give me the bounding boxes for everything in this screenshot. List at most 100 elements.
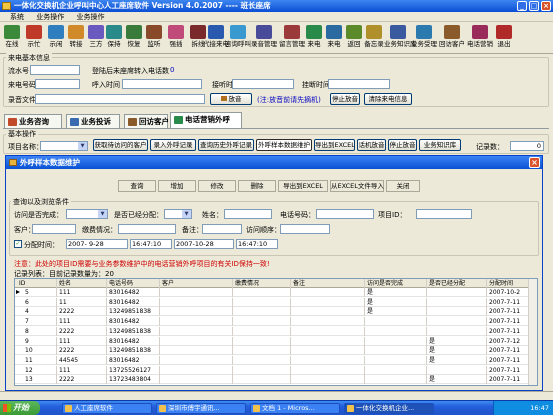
project-select[interactable]: ▼ (40, 141, 88, 151)
dialog-button-0[interactable]: 查询 (118, 180, 156, 192)
tab-1[interactable]: 业务投诉 (66, 114, 120, 128)
toolbar-button-10[interactable]: 代接来电 (203, 24, 229, 52)
basic-op-button-6[interactable]: 停止放音 (388, 139, 417, 151)
column-header[interactable]: 备注 (291, 279, 365, 288)
column-header[interactable]: 电话号码 (107, 279, 160, 288)
queue-field[interactable] (30, 65, 80, 75)
grid-vertical-scrollbar[interactable] (528, 279, 537, 385)
table-cell: 111 (57, 336, 107, 346)
toolbar-button-22[interactable]: 退出 (494, 24, 514, 52)
tab-icon (8, 118, 17, 126)
menu-item-business-ops[interactable]: 业务操作 (36, 12, 64, 22)
payment-field[interactable] (118, 224, 176, 234)
column-header[interactable]: 访问是否完成 (365, 279, 427, 288)
table-row[interactable]: 9 111 83016482 是 2007-7-12 (15, 336, 537, 346)
table-row[interactable]: 7 111 83016482 2007-7-11 (15, 317, 537, 327)
note-field[interactable] (202, 224, 242, 234)
visited-select[interactable]: ▼ (66, 209, 108, 219)
phone-field[interactable] (316, 209, 374, 219)
idle-icon (48, 25, 64, 39)
basic-op-button-0[interactable]: 获取待访问的客户 (93, 139, 148, 151)
taskbar-task-1[interactable]: 深圳市傅宇通讯... (156, 403, 246, 414)
date-to-field[interactable]: 2007-10-28 (174, 239, 234, 249)
stop-play-button[interactable]: 停止放音 (330, 93, 360, 105)
table-row[interactable]: 5 111 83016482 是 2007-10-2 (15, 288, 537, 297)
table-row[interactable]: 10 2222 13249851838 是 2007-7-11 (15, 346, 537, 356)
dialog-button-1[interactable]: 增加 (158, 180, 196, 192)
maximize-button[interactable]: □ (529, 1, 539, 11)
table-row[interactable]: 11 44545 83016482 是 2007-7-11 (15, 355, 537, 365)
table-row[interactable]: 13 2222 13723483804 是 2007-7-11 (15, 375, 537, 385)
toolbar-button-0[interactable]: 在线 (2, 24, 22, 52)
message-icon (284, 25, 300, 39)
monitor-icon (146, 25, 162, 39)
table-cell: 是 (427, 346, 487, 356)
basic-op-button-5[interactable]: 话机放音 (357, 139, 386, 151)
toolbar-button-12[interactable]: 录音管理 (251, 24, 277, 52)
tab-3[interactable]: 电话营销外呼 (170, 112, 242, 128)
taskbar-task-2[interactable]: 文档 1 - Micros... (250, 403, 340, 414)
taskbar-task-0[interactable]: 人工座席软件 (62, 403, 152, 414)
column-header[interactable]: 是否已经分配 (427, 279, 487, 288)
toolbar-button-20[interactable]: 回访客户 (439, 24, 465, 52)
window-title: 一体化交换机企业呼叫中心人工座席软件 Version 4.0.2007 ----… (14, 1, 271, 10)
toolbar-button-8[interactable]: 强插 (166, 24, 186, 52)
toolbar-button-11[interactable]: 咨询呼叫 (225, 24, 251, 52)
dialog-close-button[interactable]: × (529, 157, 540, 168)
project-id-field[interactable] (416, 209, 472, 219)
record-count-label: 记录数： (476, 143, 504, 151)
call-time-label: 呼入时间 (92, 81, 120, 89)
column-header[interactable]: ID (17, 279, 57, 288)
dialog-button-5[interactable]: 从EXCEL文件导入 (330, 180, 384, 192)
basic-op-button-3[interactable]: 外呼样本数据维护 (256, 139, 312, 151)
table-cell (291, 307, 365, 317)
basic-op-button-7[interactable]: 业务知识库 (419, 139, 461, 151)
table-row[interactable]: 4 2222 13249851838 是 2007-7-11 (15, 307, 537, 317)
answer-time-field[interactable] (232, 79, 294, 89)
basic-op-button-2[interactable]: 查询历史外呼记录 (198, 139, 254, 151)
dialog-button-4[interactable]: 导出到EXCEL (278, 180, 328, 192)
table-cell (427, 365, 487, 375)
minimize-button[interactable]: _ (517, 1, 527, 11)
toolbar-button-18[interactable]: 业务知识库 (384, 24, 417, 52)
tab-2[interactable]: 回访客户 (124, 114, 169, 128)
tab-0[interactable]: 业务咨询 (4, 114, 62, 128)
name-field[interactable] (224, 209, 272, 219)
tags-field[interactable] (32, 224, 76, 234)
toolbar-button-1[interactable]: 示忙 (24, 24, 44, 52)
toolbar-button-7[interactable]: 监听 (144, 24, 164, 52)
dialog-button-6[interactable]: 关闭 (386, 180, 420, 192)
toolbar-button-13[interactable]: 留言管理 (279, 24, 305, 52)
hangup-time-field[interactable] (328, 79, 390, 89)
assign-time-checkbox[interactable]: ✓ (14, 240, 22, 248)
column-header[interactable]: 缴费情况 (233, 279, 291, 288)
toolbar-button-21[interactable]: 电话营销 (467, 24, 493, 52)
dialog-button-3[interactable]: 删除 (238, 180, 276, 192)
taskbar-task-3[interactable]: 一体化交换机企业... (344, 403, 434, 414)
time-to-value: 16:47:10 (238, 240, 268, 248)
column-header[interactable]: 姓名 (57, 279, 107, 288)
start-button[interactable]: 开始 (0, 401, 40, 415)
table-row[interactable]: 8 2222 13249851838 2007-7-11 (15, 326, 537, 336)
menu-item-system[interactable]: 系统 (10, 12, 24, 22)
basic-op-button-4[interactable]: 导出到EXCEL (314, 139, 355, 151)
basic-op-button-1[interactable]: 录入外呼记录 (150, 139, 196, 151)
time-from-field[interactable]: 16:47:10 (130, 239, 172, 249)
caller-field[interactable] (35, 79, 80, 89)
toolbar-button-17[interactable]: 备忘录 (364, 24, 384, 52)
recording-file-field[interactable] (35, 94, 205, 104)
menu-item-business-ops-2[interactable]: 业务操作 (76, 12, 104, 22)
clear-call-info-button[interactable]: 清除来电信息 (364, 93, 412, 105)
close-button[interactable]: × (541, 1, 551, 11)
table-row[interactable]: 12 111 13725526127 2007-7-11 (15, 365, 537, 375)
toolbar-button-19[interactable]: 业务受理 (411, 24, 437, 52)
date-from-field[interactable]: 2007- 9-28 (66, 239, 128, 249)
time-to-field[interactable]: 16:47:10 (236, 239, 278, 249)
assigned-select[interactable]: ▼ (164, 209, 192, 219)
play-button[interactable]: 放音 (210, 93, 252, 105)
table-row[interactable]: 6 11 83016482 是 2007-7-11 (15, 297, 537, 307)
visit-order-field[interactable] (280, 224, 330, 234)
call-time-field[interactable] (122, 79, 202, 89)
dialog-button-2[interactable]: 修改 (198, 180, 236, 192)
column-header[interactable]: 客户 (160, 279, 233, 288)
